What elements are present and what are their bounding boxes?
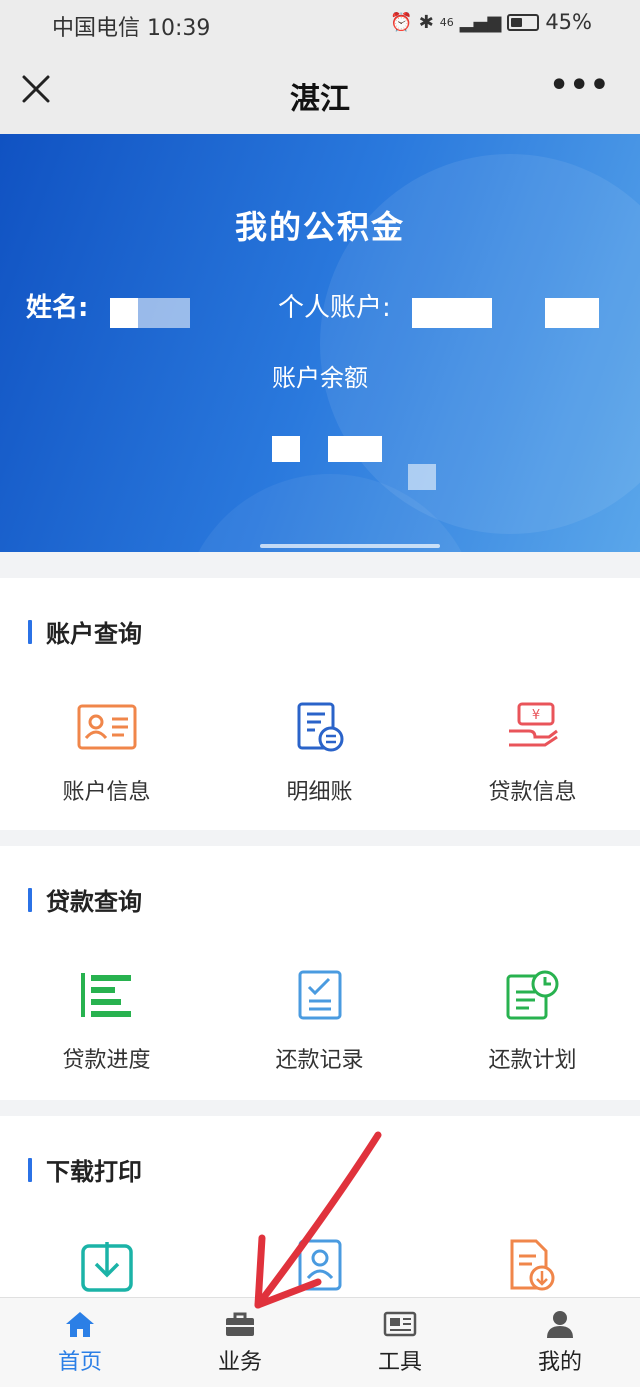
section-download-print: 下载打印 — [0, 1116, 640, 1316]
menu-label: 还款计划 — [488, 1048, 577, 1073]
name-label: 姓名: — [26, 293, 89, 323]
section-accent-bar — [28, 619, 32, 644]
home-icon — [66, 1312, 94, 1337]
menu-item-repay-plan[interactable]: 还款计划 — [426, 964, 639, 1074]
signal-icon: ▂▄▆ — [459, 11, 502, 33]
menu-grid: 账户信息 明细账 ¥ 贷款信息 — [0, 696, 640, 806]
section-loan-query: 贷款查询 贷款进度 还款记录 还款计划 — [0, 846, 640, 1100]
status-icons: ⏰ ✱ 46 ▂▄▆ 45% — [390, 10, 592, 34]
redacted-account — [412, 298, 492, 328]
section-title: 下载打印 — [46, 1158, 142, 1186]
menu-item-ledger[interactable]: 明细账 — [213, 696, 426, 806]
newspaper-icon — [383, 1311, 417, 1337]
battery-icon — [507, 13, 540, 31]
carrier-time: 中国电信 10:39 — [52, 16, 211, 41]
tab-label: 工具 — [377, 1350, 422, 1375]
redacted-name — [110, 298, 138, 328]
progress-bars-icon — [76, 964, 138, 1026]
profile-doc-icon — [289, 1234, 351, 1296]
section-header: 账户查询 — [28, 614, 142, 649]
account-label: 个人账户: — [278, 293, 391, 323]
alarm-icon: ⏰ — [390, 11, 413, 33]
doc-download-icon — [502, 1234, 564, 1296]
tab-mine[interactable]: 我的 — [480, 1298, 640, 1387]
tab-business[interactable]: 业务 — [160, 1298, 320, 1387]
fund-banner: 我的公积金 姓名: 个人账户: 账户余额 — [0, 134, 640, 552]
menu-item-repay-record[interactable]: 还款记录 — [213, 964, 426, 1074]
nav-bar: 湛江 ••• — [0, 50, 640, 134]
menu-label: 账户信息 — [62, 780, 151, 805]
network-type: 46 — [439, 15, 454, 29]
balance-label: 账户余额 — [272, 364, 368, 392]
redacted-account-2 — [545, 298, 599, 328]
section-title: 账户查询 — [46, 620, 142, 648]
section-accent-bar — [28, 887, 32, 912]
banner-title: 我的公积金 — [234, 208, 405, 246]
bottom-tab-bar: 首页 业务 工具 我的 — [0, 1297, 640, 1387]
page-title: 湛江 — [290, 82, 350, 117]
tab-tools[interactable]: 工具 — [320, 1298, 480, 1387]
menu-label: 明细账 — [286, 780, 353, 805]
download-icon — [76, 1234, 138, 1296]
redacted-balance-3 — [408, 464, 436, 490]
section-title: 贷款查询 — [46, 888, 142, 916]
checklist-icon — [289, 964, 351, 1026]
menu-label: 还款记录 — [275, 1048, 364, 1073]
tab-label: 我的 — [537, 1350, 582, 1375]
section-header: 贷款查询 — [28, 882, 142, 917]
menu-label: 贷款信息 — [488, 780, 577, 805]
battery-percent: 45% — [545, 10, 592, 34]
menu-item-account-info[interactable]: 账户信息 — [0, 696, 213, 806]
redacted-balance — [272, 436, 300, 462]
bluetooth-icon: ✱ — [418, 11, 434, 33]
loan-money-icon: ¥ — [502, 696, 564, 758]
section-header: 下载打印 — [28, 1152, 142, 1187]
user-icon — [547, 1311, 573, 1338]
menu-grid: 贷款进度 还款记录 还款计划 — [0, 964, 640, 1074]
ledger-icon — [289, 696, 351, 758]
plan-clock-icon — [502, 964, 564, 1026]
section-accent-bar — [28, 1157, 32, 1182]
section-account-query: 账户查询 账户信息 明细账 ¥ 贷款信息 — [0, 578, 640, 830]
tab-label: 首页 — [57, 1350, 102, 1375]
banner-glow — [260, 544, 440, 548]
id-card-icon — [76, 696, 138, 758]
redacted-balance-2 — [328, 436, 382, 462]
menu-label: 贷款进度 — [62, 1048, 151, 1073]
menu-item-loan-progress[interactable]: 贷款进度 — [0, 964, 213, 1074]
status-bar: 中国电信 10:39 ⏰ ✱ 46 ▂▄▆ 45% — [0, 0, 640, 50]
menu-item-loan-info[interactable]: ¥ 贷款信息 — [426, 696, 639, 806]
battery-fill — [511, 17, 523, 27]
more-button[interactable]: ••• — [549, 68, 610, 103]
svg-text:¥: ¥ — [531, 708, 539, 723]
redacted-name-blur — [138, 298, 190, 328]
briefcase-icon — [226, 1312, 254, 1336]
tab-label: 业务 — [217, 1350, 262, 1375]
tab-home[interactable]: 首页 — [0, 1298, 160, 1387]
